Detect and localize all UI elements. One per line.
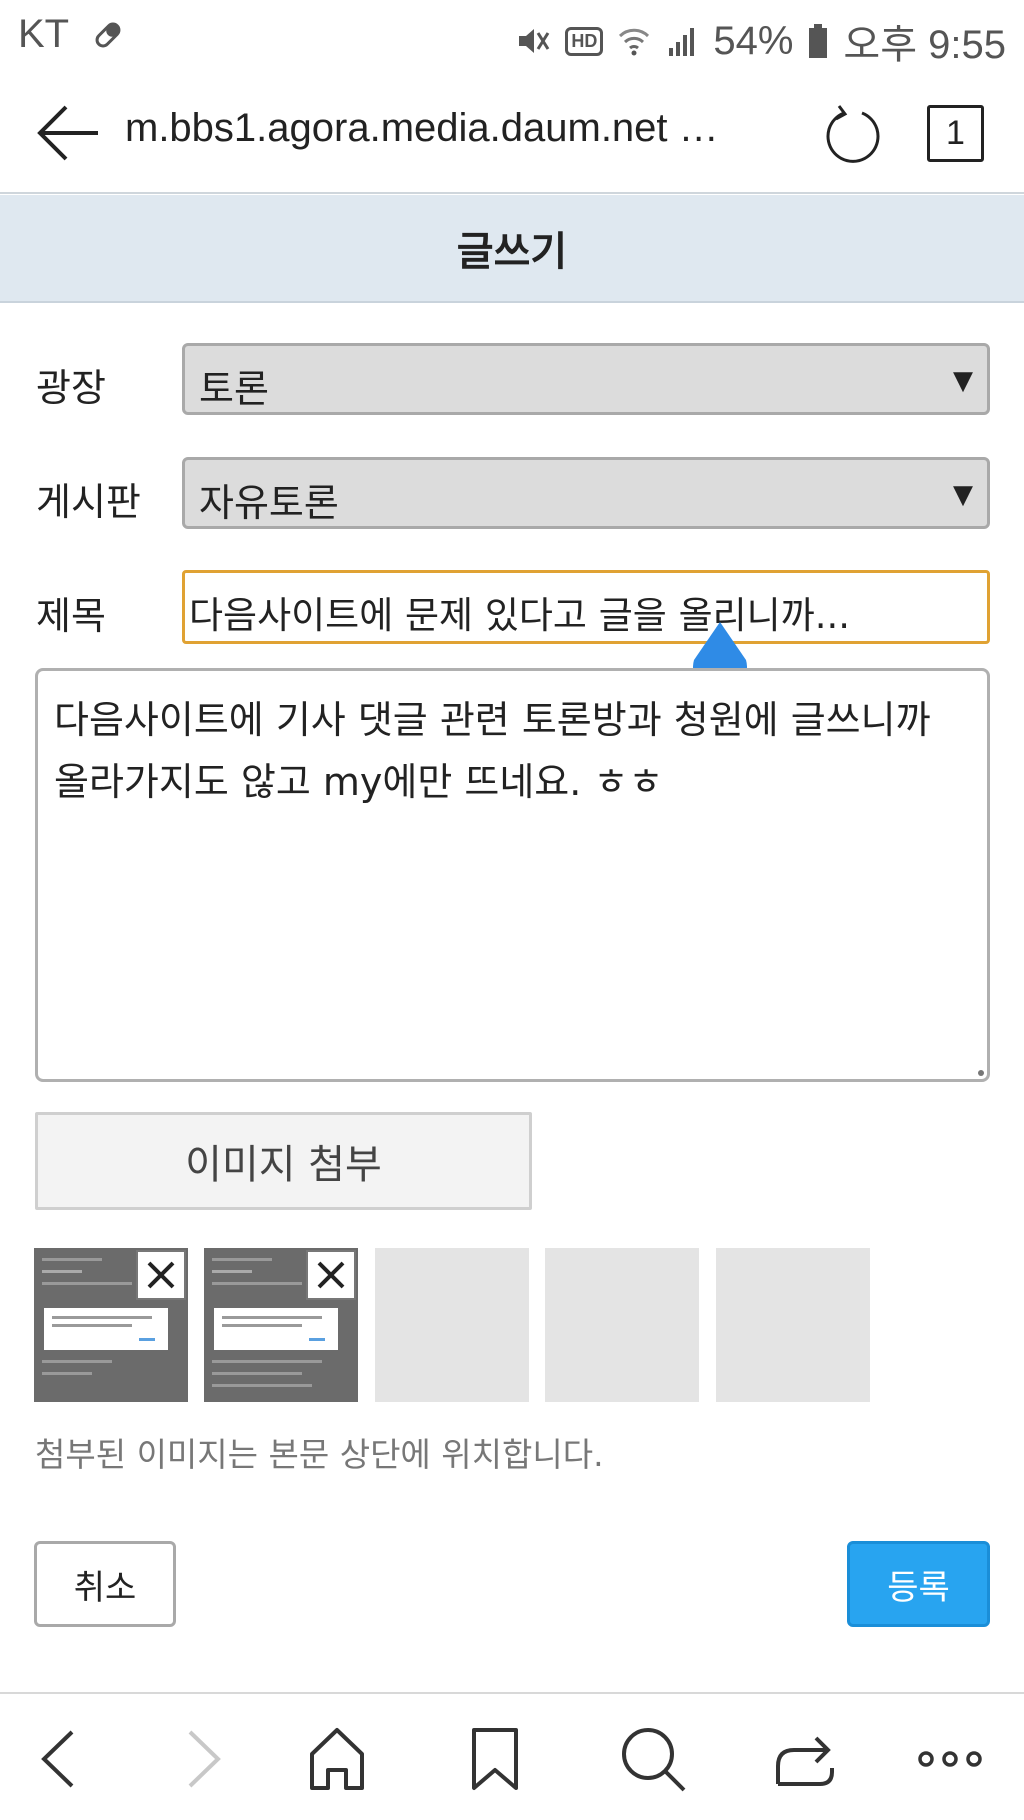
board-select-value: 자유토론 (199, 481, 339, 525)
empty-attachment-slot[interactable] (716, 1248, 870, 1402)
back-arrow-icon[interactable] (36, 102, 102, 164)
close-icon (147, 1261, 175, 1289)
page-header: 글쓰기 (0, 195, 1024, 303)
remove-attachment-button[interactable] (306, 1250, 356, 1300)
empty-attachment-slot[interactable] (545, 1248, 699, 1402)
subject-input[interactable]: 다음사이트에 문제 있다고 글을 올리니까... (182, 570, 990, 644)
more-options-icon[interactable] (915, 1724, 985, 1794)
body-textarea[interactable]: 다음사이트에 기사 댓글 관련 토론방과 청원에 글쓰니까 올라가지도 않고 m… (35, 668, 990, 1082)
clock: 오후 9:55 (843, 23, 1006, 67)
close-icon (317, 1261, 345, 1289)
browser-url-bar: m.bbs1.agora.media.daum.net … 1 (0, 72, 1024, 194)
dropdown-arrow-icon: ▼ (953, 366, 973, 396)
resize-grip-icon[interactable] (978, 1070, 984, 1076)
empty-attachment-slot[interactable] (375, 1248, 529, 1402)
nav-back-icon[interactable] (26, 1724, 96, 1794)
attachment-thumbnail[interactable] (34, 1248, 188, 1402)
attach-image-button[interactable]: 이미지 첨부 (35, 1112, 532, 1210)
browser-bottom-nav (0, 1692, 1024, 1820)
thumbnail-preview (214, 1308, 338, 1350)
battery-percent: 54% (713, 18, 794, 63)
cancel-button[interactable]: 취소 (34, 1541, 176, 1627)
mute-icon (515, 23, 551, 59)
body-textarea-value: 다음사이트에 기사 댓글 관련 토론방과 청원에 글쓰니까 올라가지도 않고 m… (54, 698, 931, 804)
thumbnail-preview (44, 1308, 168, 1350)
page-title: 글쓰기 (456, 229, 568, 275)
status-left: KT (18, 12, 125, 57)
pill-icon (91, 18, 125, 52)
home-icon[interactable] (302, 1724, 372, 1794)
share-icon[interactable] (770, 1724, 840, 1794)
board-select[interactable]: 자유토론 ▼ (182, 457, 990, 529)
subject-input-value: 다음사이트에 문제 있다고 글을 올리니까... (189, 594, 851, 637)
reload-icon[interactable] (822, 104, 884, 166)
status-right: HD 54% 오후 9:55 (515, 12, 1006, 70)
submit-label: 등록 (887, 1567, 950, 1608)
plaza-label: 광장 (36, 366, 106, 410)
submit-button[interactable]: 등록 (847, 1541, 990, 1627)
battery-icon (807, 23, 829, 59)
plaza-select[interactable]: 토론 ▼ (182, 343, 990, 415)
board-label: 게시판 (36, 480, 141, 524)
plaza-select-value: 토론 (199, 367, 269, 411)
subject-label: 제목 (36, 594, 106, 638)
remove-attachment-button[interactable] (136, 1250, 186, 1300)
tab-count-label: 1 (946, 114, 965, 152)
wifi-icon (617, 24, 651, 58)
tab-count-button[interactable]: 1 (927, 105, 984, 162)
carrier-label: KT (18, 12, 70, 56)
status-bar: KT HD 54% 오후 9:55 (0, 0, 1024, 72)
search-icon[interactable] (618, 1724, 688, 1794)
signal-icon (665, 24, 699, 58)
url-text[interactable]: m.bbs1.agora.media.daum.net … (125, 106, 719, 151)
dropdown-arrow-icon: ▼ (953, 480, 973, 510)
cancel-label: 취소 (73, 1567, 137, 1608)
attachment-note: 첨부된 이미지는 본문 상단에 위치합니다. (35, 1435, 604, 1474)
bookmark-icon[interactable] (460, 1724, 530, 1794)
nav-forward-icon[interactable] (166, 1724, 236, 1794)
attach-image-label: 이미지 첨부 (185, 1142, 382, 1188)
hd-icon: HD (565, 26, 604, 56)
attachment-thumbnail[interactable] (204, 1248, 358, 1402)
